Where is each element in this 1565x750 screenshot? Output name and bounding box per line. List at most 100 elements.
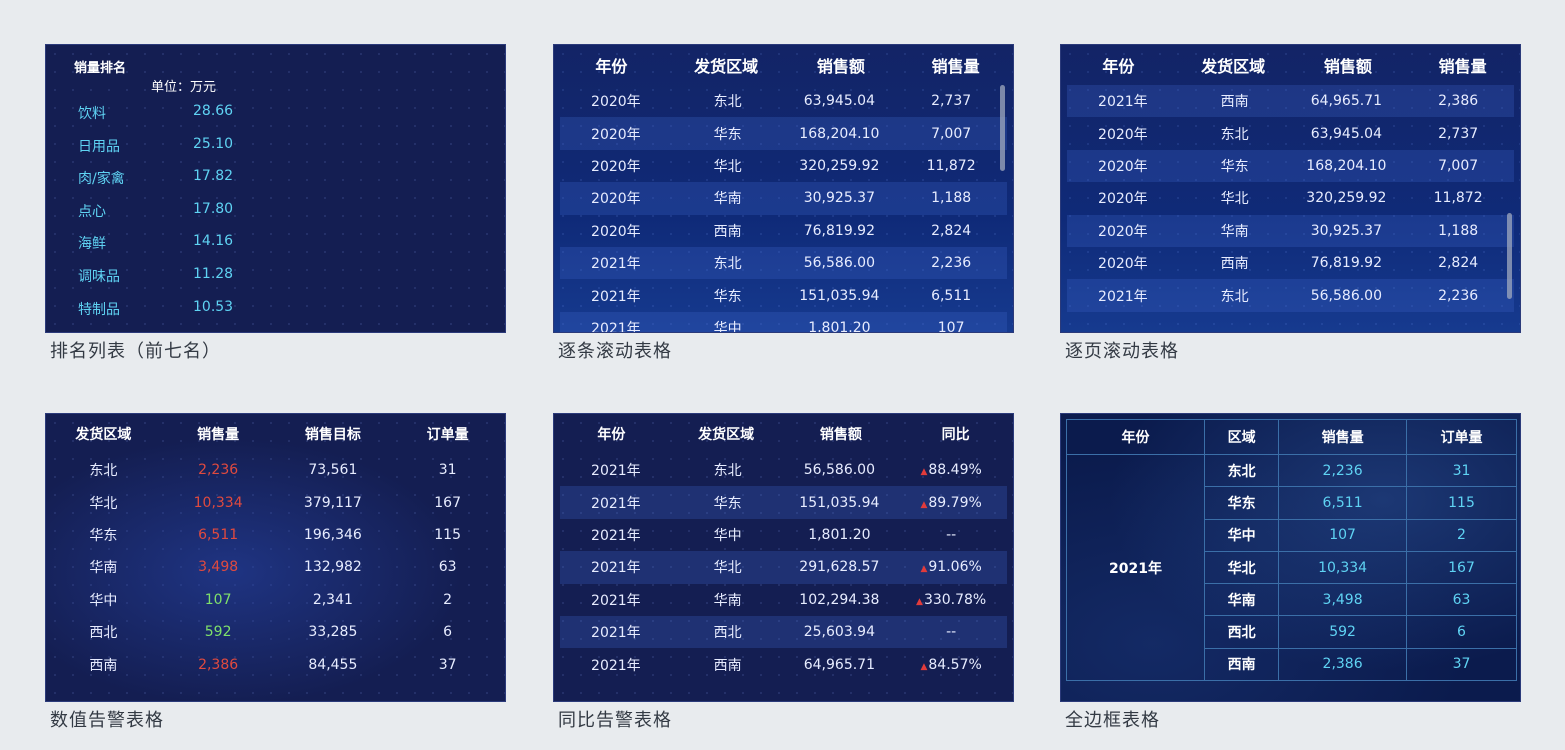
region-cell: 华东 xyxy=(1203,486,1280,520)
ranking-item-value: 25.10 xyxy=(193,135,234,152)
column-header[interactable]: 发货区域 xyxy=(669,424,784,444)
orders-cell: 31 xyxy=(1406,453,1517,488)
column-header[interactable]: 销售额 xyxy=(784,53,899,77)
column-header[interactable]: 同比 xyxy=(898,424,1013,444)
table-cell: 2021年 xyxy=(1098,288,1148,305)
table-cell: 2,386 xyxy=(1438,93,1479,110)
column-header[interactable]: 销售量 xyxy=(1405,53,1520,77)
table-header: 发货区域 销售量 销售目标 订单量 xyxy=(46,414,505,454)
table-cell: 132,982 xyxy=(303,559,362,576)
column-header[interactable]: 销售量 xyxy=(898,53,1013,77)
table-cell: 25,603.94 xyxy=(803,624,875,641)
scrollbar[interactable] xyxy=(1507,213,1512,299)
table-cell: 107 xyxy=(937,319,965,333)
full-border-table-card: 年份 区域 销售量 订单量 2021年 东北 2,236 31 华东 6,511 115 华中 107 2… xyxy=(1060,413,1521,702)
table-cell: 2021年 xyxy=(591,625,641,642)
column-header[interactable]: 订单量 xyxy=(1406,419,1517,455)
column-header[interactable]: 发货区域 xyxy=(46,424,161,444)
table-cell: 西南 xyxy=(1220,94,1249,111)
column-header[interactable]: 销售目标 xyxy=(276,424,391,444)
table-cell: 2020年 xyxy=(591,191,641,208)
table-cell: 华东 xyxy=(713,288,742,305)
column-header[interactable]: 年份 xyxy=(554,424,669,444)
column-header[interactable]: 销售额 xyxy=(1291,53,1406,77)
table-cell: ▲88.49% xyxy=(895,462,1007,478)
table-cell: 2020年 xyxy=(591,94,641,111)
table-cell: 102,294.38 xyxy=(799,591,880,608)
table-cell: 东北 xyxy=(1220,126,1249,143)
table-cell: -- xyxy=(946,526,957,543)
table-cell: 西南 xyxy=(89,657,118,674)
table-cell: 2020年 xyxy=(591,158,641,175)
table-cell: 2020年 xyxy=(1098,223,1148,240)
caption-page-scroll: 逐页滚动表格 xyxy=(1065,341,1179,362)
table-row: 2020年 华东 168,204.10 7,007 xyxy=(1067,149,1514,183)
table-cell: 2020年 xyxy=(1098,191,1148,208)
table-cell: 东北 xyxy=(713,256,742,273)
table-cell: 2 xyxy=(443,591,453,608)
yoy-alert-table: 年份 发货区域 销售额 同比 2021年 东北 56,586.00 ▲88.49% 2021年华… xyxy=(554,414,1013,681)
table-cell: 11,872 xyxy=(926,157,976,174)
table-cell: 2,386 xyxy=(198,656,239,673)
ranking-item-name: 特制品 xyxy=(78,301,120,318)
table-row: 2020年 华南 30,925.37 1,188 xyxy=(560,182,1007,215)
table-cell: 华南 xyxy=(89,560,118,577)
table-cell: 168,204.10 xyxy=(799,125,880,142)
table-cell: 6,511 xyxy=(198,526,239,543)
table-row: 东北 2,236 73,561 31 xyxy=(46,454,505,486)
table-cell: 63,945.04 xyxy=(1310,125,1382,142)
orders-cell: 6 xyxy=(1406,615,1517,649)
triangle-up-icon: ▲ xyxy=(920,661,928,672)
column-header[interactable]: 销售量 xyxy=(1278,419,1408,455)
table-cell: 320,259.92 xyxy=(1306,190,1387,207)
caption-ranking: 排名列表（前七名） xyxy=(50,341,221,362)
column-header[interactable]: 年份 xyxy=(1061,53,1176,77)
table-cell: ▲89.79% xyxy=(895,495,1007,511)
ranking-title: 销量排名 xyxy=(74,61,127,76)
table-cell: 3,498 xyxy=(198,559,239,576)
sales-cell: 6,511 xyxy=(1278,486,1408,520)
yoy-value: 88.49% xyxy=(928,462,982,479)
row-scroll-table-card[interactable]: 年份 发货区域 销售额 销售量 2020年 东北 63,945.04 2,737 2020年 华东… xyxy=(553,44,1014,333)
table-cell: 10,334 xyxy=(193,494,243,511)
ranking-item-value: 17.80 xyxy=(193,200,234,217)
column-header[interactable]: 销售额 xyxy=(784,424,899,444)
table-cell: 2020年 xyxy=(1098,158,1148,175)
table-cell: 华东 xyxy=(1220,158,1249,175)
table-cell: 2,737 xyxy=(1438,125,1479,142)
ranking-item-name: 海鲜 xyxy=(78,236,106,253)
table-header: 年份 区域 销售量 订单量 xyxy=(1066,419,1517,455)
table-cell: 37 xyxy=(438,656,457,673)
table-cell: 167 xyxy=(434,494,461,511)
table-cell: -- xyxy=(946,624,957,641)
table-cell: 2020年 xyxy=(1098,126,1148,143)
table-cell: ▲84.57% xyxy=(895,657,1007,673)
table-row: 2021年 东北 56,586.00 2,236 xyxy=(1067,279,1514,312)
table-cell: 西南 xyxy=(713,223,742,240)
triangle-up-icon: ▲ xyxy=(920,467,928,478)
column-header[interactable]: 年份 xyxy=(1066,419,1205,455)
table-cell: 6 xyxy=(443,624,453,641)
table-cell: 56,586.00 xyxy=(803,255,875,272)
column-header[interactable]: 发货区域 xyxy=(669,53,784,77)
sales-cell: 592 xyxy=(1278,615,1408,649)
column-header[interactable]: 销售量 xyxy=(161,424,276,444)
table-cell: 2021年 xyxy=(591,527,641,544)
column-header[interactable]: 订单量 xyxy=(390,424,505,444)
orders-cell: 2 xyxy=(1406,518,1517,552)
table-cell: 30,925.37 xyxy=(1310,222,1382,239)
table-cell: 115 xyxy=(434,526,461,543)
table-cell: 7,007 xyxy=(1438,157,1479,174)
yoy-value: 330.78% xyxy=(923,591,987,608)
table-row: 2021年 华东 151,035.94 6,511 xyxy=(560,279,1007,311)
table-row: 华北 10,334 379,117 167 xyxy=(46,486,505,518)
page-scroll-table-card[interactable]: 年份 发货区域 销售额 销售量 2021年 西南 64,965.71 2,386 2020年 东北… xyxy=(1060,44,1521,333)
scrollbar[interactable] xyxy=(1000,85,1005,171)
column-header[interactable]: 年份 xyxy=(554,53,669,77)
table-cell: 华北 xyxy=(713,560,742,577)
table-row: 2020年 东北 63,945.04 2,737 xyxy=(560,85,1007,117)
column-header[interactable]: 发货区域 xyxy=(1176,53,1291,77)
table-cell: 2020年 xyxy=(591,223,641,240)
column-header[interactable]: 区域 xyxy=(1203,419,1280,455)
table-cell: 2021年 xyxy=(1098,94,1148,111)
